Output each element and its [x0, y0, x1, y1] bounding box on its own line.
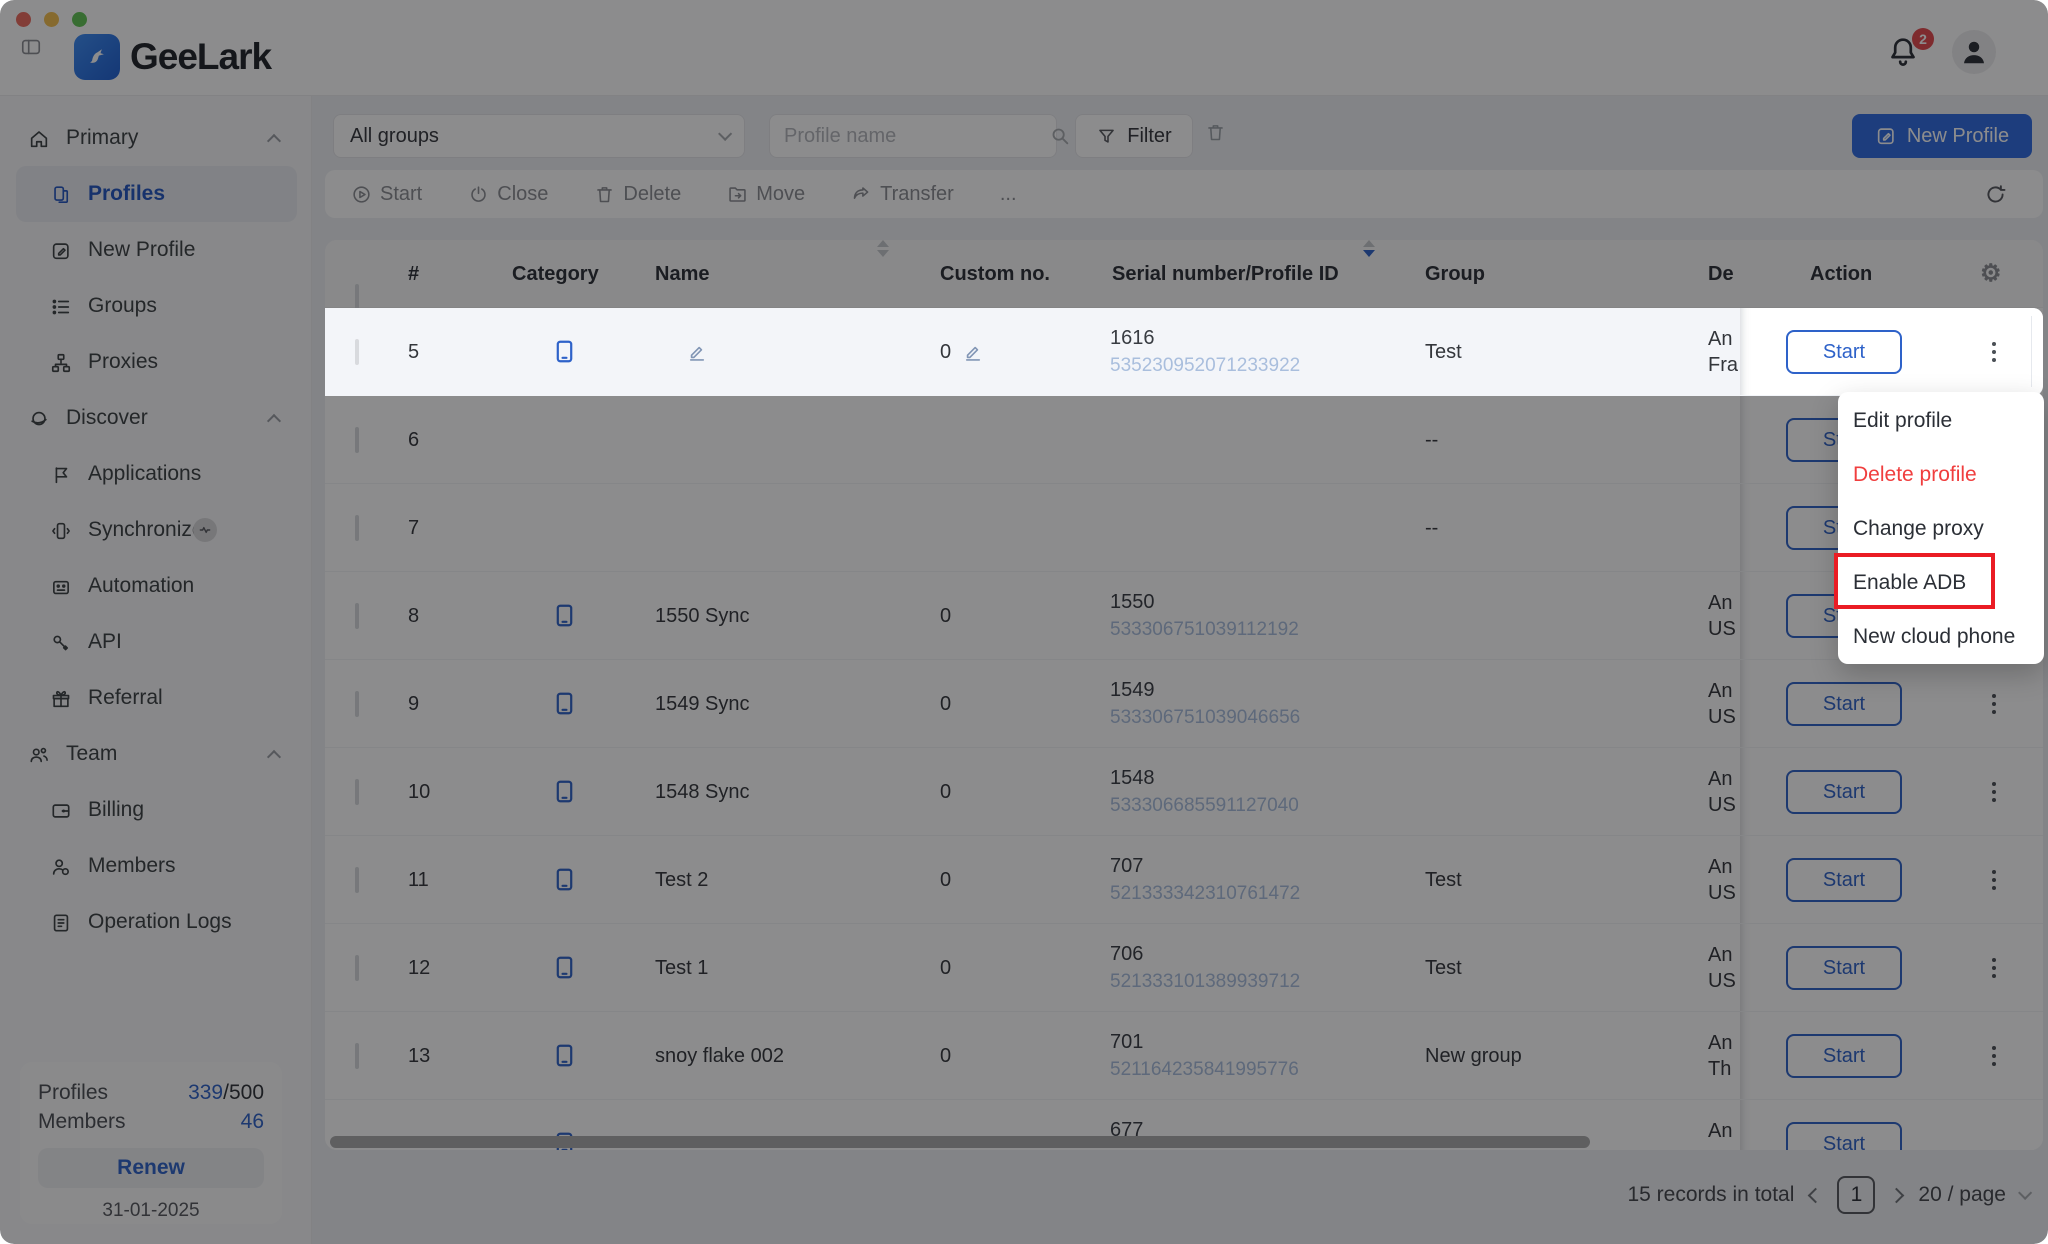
- action-cell: Start: [1740, 308, 2043, 395]
- row-checkbox[interactable]: [355, 339, 359, 365]
- context-menu-item-change-proxy[interactable]: Change proxy: [1838, 502, 2044, 556]
- row-context-menu: Edit profileDelete profileChange proxyEn…: [1838, 392, 2044, 664]
- serial-number: 1616: [1110, 325, 1300, 352]
- table-row-spotlight[interactable]: 501616535230952071233922TestAnFraStart: [325, 308, 2043, 396]
- row-number: 5: [408, 308, 419, 396]
- context-menu-item-delete-profile[interactable]: Delete profile: [1838, 448, 2044, 502]
- custom-no: 0: [940, 341, 951, 364]
- start-button[interactable]: Start: [1786, 330, 1902, 374]
- app-window: GeeLark 2 Primary Profiles New Profile G…: [0, 0, 2048, 1244]
- context-menu-item-edit-profile[interactable]: Edit profile: [1838, 394, 2044, 448]
- context-menu-item-new-cloud-phone[interactable]: New cloud phone: [1838, 610, 2044, 664]
- dim-overlay: [0, 0, 2048, 1244]
- enable-adb-highlight-box: [1834, 553, 1995, 609]
- edit-name-icon[interactable]: [687, 342, 707, 362]
- edit-custom-no-icon[interactable]: [963, 342, 983, 362]
- profile-id: 535230952071233922: [1110, 352, 1300, 379]
- row-more-actions-kebab[interactable]: [1987, 337, 2001, 367]
- group-name: Test: [1425, 308, 1462, 396]
- category-phone-icon: [553, 336, 576, 373]
